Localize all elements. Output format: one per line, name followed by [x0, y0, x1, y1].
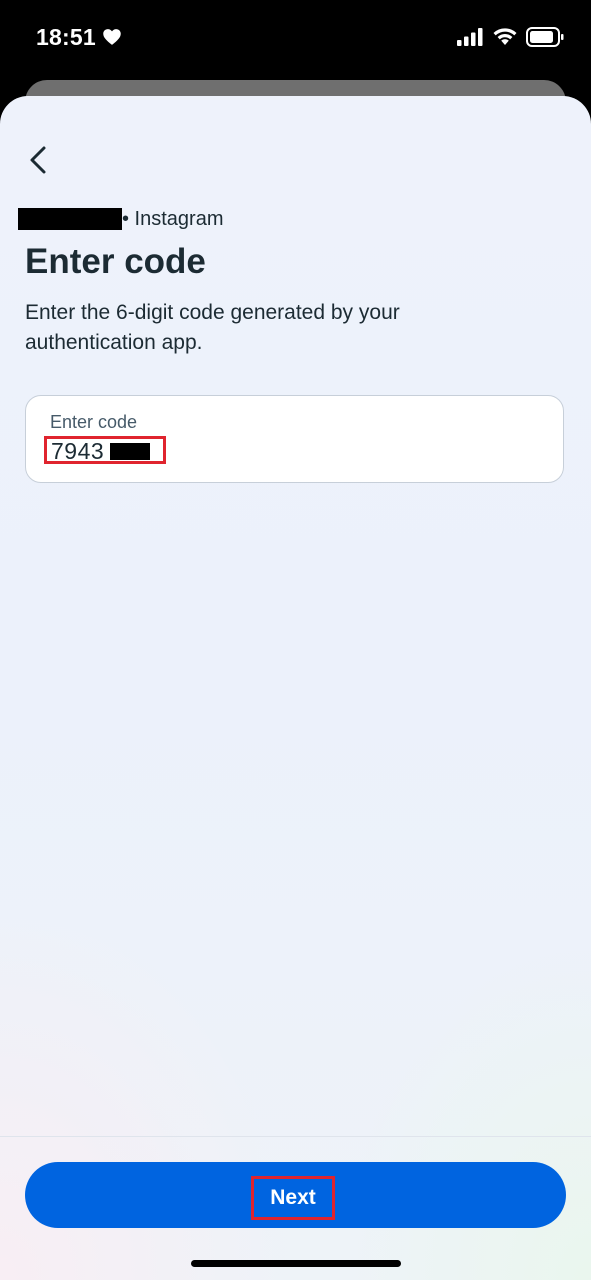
status-bar: 18:51: [0, 0, 591, 80]
redacted-code-digits: [110, 443, 150, 460]
next-button-label: Next: [270, 1186, 316, 1209]
code-value-highlight: 7943: [44, 436, 166, 464]
battery-icon: [526, 27, 564, 47]
code-field-label: Enter code: [50, 412, 138, 432]
heart-icon: [103, 29, 121, 45]
home-indicator[interactable]: [191, 1260, 401, 1267]
code-input-value[interactable]: 7943: [51, 438, 104, 465]
footer-divider: [0, 1136, 591, 1137]
chevron-left-icon[interactable]: [22, 142, 54, 178]
page-title: Enter code: [25, 242, 206, 281]
redacted-account-name: [18, 208, 122, 230]
next-label-highlight: Next: [251, 1176, 335, 1220]
enter-code-sheet: • Instagram Enter code Enter the 6-digit…: [0, 96, 591, 1280]
wifi-icon: [493, 28, 517, 45]
signal-icon: [457, 28, 483, 46]
code-input-field[interactable]: Enter code 7943: [25, 395, 564, 483]
status-time: 18:51: [36, 24, 96, 50]
account-platform: • Instagram: [122, 207, 224, 230]
page-description: Enter the 6-digit code generated by your…: [25, 301, 400, 354]
next-button[interactable]: Next: [25, 1162, 566, 1228]
account-row: • Instagram: [18, 206, 223, 232]
